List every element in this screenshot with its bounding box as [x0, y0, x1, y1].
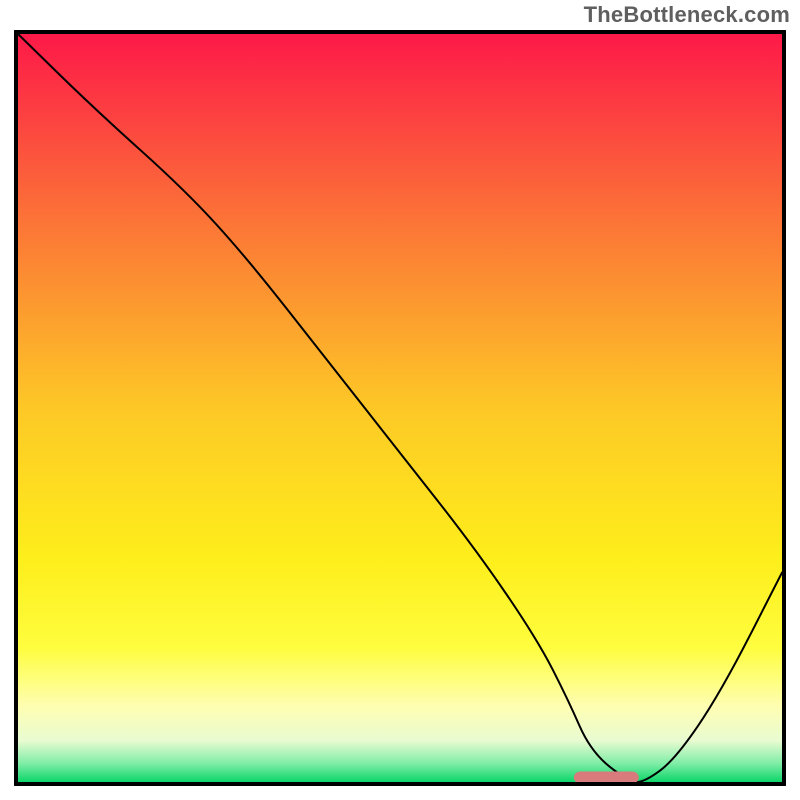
- watermark-text: TheBottleneck.com: [584, 2, 790, 28]
- plot-area: [14, 30, 786, 786]
- chart-root: TheBottleneck.com: [0, 0, 800, 800]
- plot-svg: [18, 34, 782, 782]
- min-marker: [574, 772, 639, 782]
- background-gradient: [18, 34, 782, 782]
